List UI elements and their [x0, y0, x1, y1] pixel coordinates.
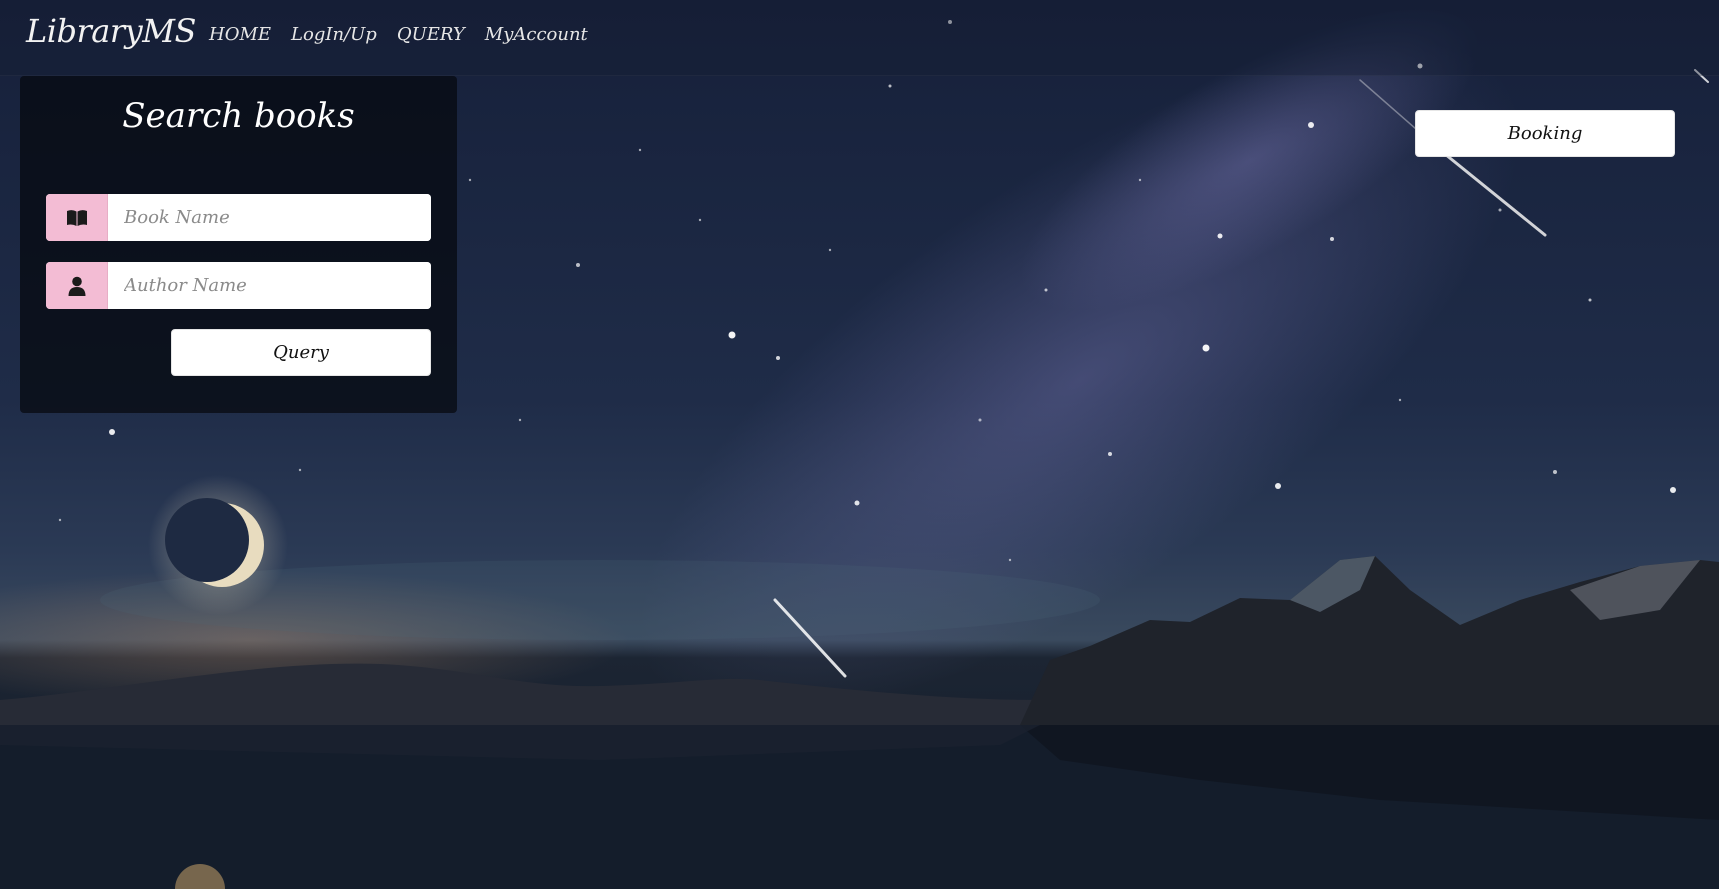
query-button[interactable]: Query	[171, 329, 431, 376]
nav-link-myaccount[interactable]: MyAccount	[485, 24, 588, 45]
author-name-input[interactable]	[108, 262, 431, 309]
booking-button[interactable]: Booking	[1415, 110, 1675, 157]
panel-title: Search books	[122, 96, 355, 136]
author-name-field	[46, 262, 431, 309]
nav-links: HOME LogIn/Up QUERY MyAccount	[209, 24, 588, 45]
search-panel: Search books Query	[20, 76, 457, 413]
navbar: LibraryMS HOME LogIn/Up QUERY MyAccount	[0, 0, 1719, 76]
nav-link-login[interactable]: LogIn/Up	[291, 24, 377, 45]
nav-link-home[interactable]: HOME	[209, 24, 271, 45]
brand-logo[interactable]: LibraryMS	[26, 12, 196, 50]
nav-link-query[interactable]: QUERY	[397, 24, 465, 45]
user-icon	[46, 262, 108, 309]
book-icon	[46, 194, 108, 241]
book-name-input[interactable]	[108, 194, 431, 241]
book-name-field	[46, 194, 431, 241]
